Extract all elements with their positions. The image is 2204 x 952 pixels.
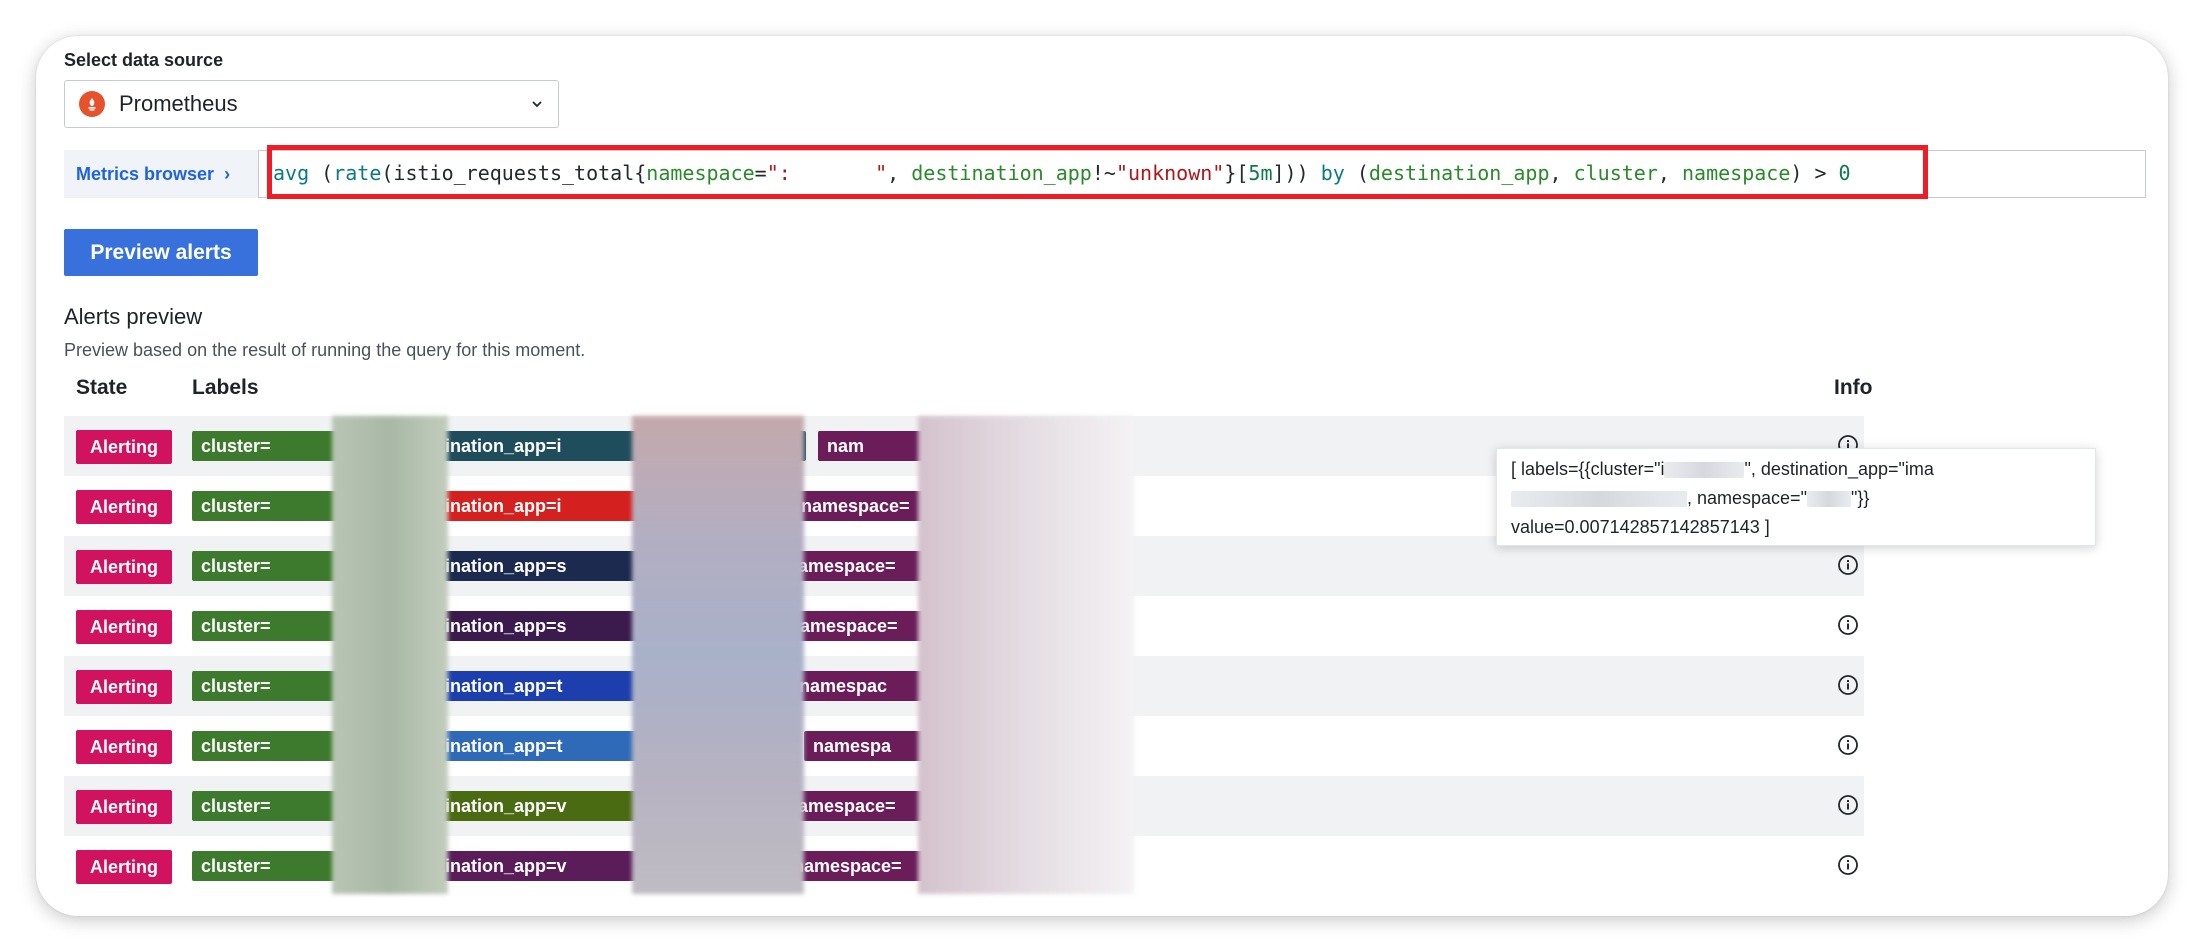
alerts-preview-description: Preview based on the result of running t… bbox=[64, 340, 586, 360]
state-badge-alerting: Alerting bbox=[76, 430, 172, 464]
state-badge-alerting: Alerting bbox=[76, 550, 172, 584]
info-icon[interactable] bbox=[1837, 674, 1859, 696]
alert-info-tooltip: [ labels={{cluster="i ", destination_app=… bbox=[1496, 448, 2096, 546]
info-icon[interactable] bbox=[1837, 614, 1859, 636]
chevron-right-icon: › bbox=[224, 163, 231, 184]
info-icon[interactable] bbox=[1837, 794, 1859, 816]
column-header-state: State bbox=[76, 376, 128, 399]
state-badge-alerting: Alerting bbox=[76, 730, 172, 764]
tooltip-line-2: , namespace=" "}} bbox=[1511, 484, 2081, 513]
redacted-value bbox=[1511, 491, 1687, 508]
state-badge-alerting: Alerting bbox=[76, 850, 172, 884]
query-row: Metrics browser › avg (rate(istio_reques… bbox=[64, 145, 2146, 199]
metrics-browser-label: Metrics browser bbox=[76, 163, 215, 184]
redacted-value bbox=[1806, 491, 1851, 508]
column-header-info: Info bbox=[1834, 376, 1873, 399]
preview-alerts-button[interactable]: Preview alerts bbox=[64, 229, 258, 276]
info-icon[interactable] bbox=[1837, 734, 1859, 756]
tooltip-text: [ labels={{cluster="i bbox=[1511, 459, 1665, 479]
query-highlight-box bbox=[267, 145, 1928, 199]
tooltip-text: ", destination_app="ima bbox=[1744, 459, 1934, 479]
tooltip-text: , namespace=" bbox=[1687, 488, 1807, 508]
info-icon[interactable] bbox=[1837, 854, 1859, 876]
info-icon[interactable] bbox=[1837, 554, 1859, 576]
redaction-overlay bbox=[332, 416, 448, 894]
tooltip-text: "}} bbox=[1850, 488, 1870, 508]
query-editor[interactable]: avg (rate(istio_requests_total{namespace… bbox=[258, 145, 2146, 199]
datasource-select[interactable]: Prometheus bbox=[64, 80, 559, 128]
redacted-value bbox=[1664, 462, 1745, 479]
state-badge-alerting: Alerting bbox=[76, 670, 172, 704]
redaction-overlay bbox=[632, 416, 804, 894]
state-badge-alerting: Alerting bbox=[76, 610, 172, 644]
prometheus-icon bbox=[79, 91, 105, 117]
state-badge-alerting: Alerting bbox=[76, 490, 172, 524]
metrics-browser-button[interactable]: Metrics browser › bbox=[64, 150, 258, 198]
datasource-label: Select data source bbox=[64, 50, 224, 70]
redaction-overlay bbox=[918, 416, 1134, 894]
tooltip-line-3: value=0.007142857142857143 ] bbox=[1511, 517, 1770, 537]
state-badge-alerting: Alerting bbox=[76, 790, 172, 824]
alerts-preview-title: Alerts preview bbox=[64, 304, 203, 329]
datasource-name: Prometheus bbox=[119, 91, 238, 116]
tooltip-line-1: [ labels={{cluster="i ", destination_app=… bbox=[1511, 455, 2081, 484]
column-header-labels: Labels bbox=[192, 376, 259, 399]
chevron-down-icon bbox=[532, 101, 542, 108]
